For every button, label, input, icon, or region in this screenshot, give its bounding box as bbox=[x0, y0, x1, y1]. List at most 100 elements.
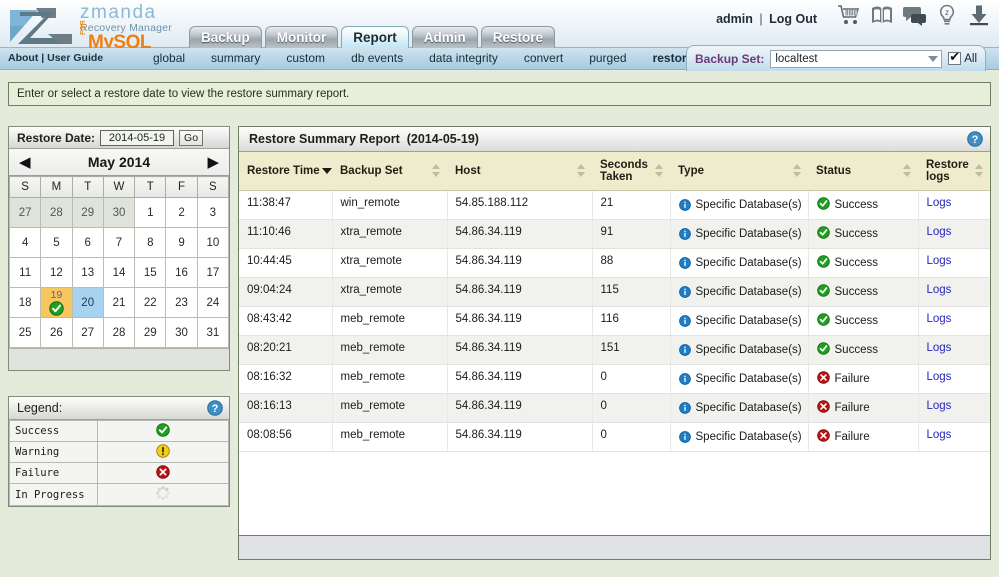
calendar-day-28[interactable]: 28 bbox=[102, 317, 136, 349]
cell-host: 54.86.34.119 bbox=[447, 393, 593, 423]
calendar-day-7[interactable]: 7 bbox=[102, 227, 136, 258]
table-row[interactable]: 08:20:21 meb_remote 54.86.34.119 151 Specifi… bbox=[239, 335, 990, 365]
col-seconds-taken[interactable]: Seconds Taken bbox=[592, 152, 670, 191]
logs-link[interactable]: Logs bbox=[927, 284, 952, 296]
col-restore-logs[interactable]: Restore logs bbox=[918, 152, 990, 191]
col-status[interactable]: Status bbox=[808, 152, 918, 191]
calendar-day-11[interactable]: 11 bbox=[8, 257, 42, 288]
cell-type: Specific Database(s) bbox=[670, 190, 809, 220]
calendar-day-24[interactable]: 24 bbox=[196, 286, 230, 319]
calendar-day-31[interactable]: 31 bbox=[196, 317, 230, 349]
calendar-day-9[interactable]: 9 bbox=[165, 227, 198, 258]
logs-link[interactable]: Logs bbox=[927, 313, 952, 325]
subnav-item-db-events[interactable]: db events bbox=[338, 51, 416, 65]
calendar-day-number: 18 bbox=[18, 296, 32, 309]
help-icon[interactable]: ? bbox=[207, 400, 223, 416]
prev-month-button[interactable]: ◀ bbox=[19, 155, 31, 170]
tab-admin[interactable]: Admin bbox=[411, 26, 478, 48]
logs-link[interactable]: Logs bbox=[927, 342, 952, 354]
calendar-day-14[interactable]: 14 bbox=[102, 257, 136, 288]
table-row[interactable]: 08:16:13 meb_remote 54.86.34.119 0 Specific … bbox=[239, 393, 990, 423]
subnav-item-summary[interactable]: summary bbox=[198, 51, 273, 65]
subnav-item-global[interactable]: global bbox=[140, 51, 198, 65]
logs-link[interactable]: Logs bbox=[927, 371, 952, 383]
logs-link[interactable]: Logs bbox=[927, 255, 952, 267]
col-restore-logs-label: Restore logs bbox=[926, 158, 969, 183]
calendar-day-15[interactable]: 15 bbox=[134, 257, 167, 288]
calendar-day-1[interactable]: 1 bbox=[134, 197, 167, 228]
calendar-day-6[interactable]: 6 bbox=[71, 227, 104, 258]
calendar-day-22[interactable]: 22 bbox=[134, 286, 167, 319]
go-button[interactable]: Go bbox=[179, 129, 204, 146]
tab-restore[interactable]: Restore bbox=[480, 26, 556, 48]
col-host[interactable]: Host bbox=[447, 152, 592, 191]
all-checkbox[interactable] bbox=[948, 50, 962, 65]
cell-type: Specific Database(s) bbox=[670, 219, 809, 249]
calendar-day-3[interactable]: 3 bbox=[196, 197, 230, 228]
logs-link[interactable]: Logs bbox=[927, 400, 952, 412]
subnav-item-data-integrity[interactable]: data integrity bbox=[416, 51, 511, 65]
calendar-day-30[interactable]: 30 bbox=[102, 197, 136, 228]
calendar-day-27[interactable]: 27 bbox=[71, 317, 104, 349]
logs-link[interactable]: Logs bbox=[927, 197, 952, 209]
calendar-day-28[interactable]: 28 bbox=[40, 197, 73, 228]
table-row[interactable]: 09:04:24 xtra_remote 54.86.34.119 115 Specif… bbox=[239, 277, 990, 307]
backup-set-select[interactable]: localtest bbox=[770, 49, 943, 68]
calendar-day-17[interactable]: 17 bbox=[196, 257, 230, 288]
calendar-day-number: 14 bbox=[112, 266, 126, 279]
calendar-day-8[interactable]: 8 bbox=[134, 227, 167, 258]
about-link[interactable]: About bbox=[8, 52, 38, 64]
table-row[interactable]: 08:16:32 meb_remote 54.86.34.119 0 Specific … bbox=[239, 364, 990, 394]
calendar-day-4[interactable]: 4 bbox=[8, 227, 42, 258]
col-restore-time[interactable]: Restore Time bbox=[239, 152, 332, 191]
calendar-day-18[interactable]: 18 bbox=[8, 286, 42, 319]
table-row[interactable]: 08:43:42 meb_remote 54.86.34.119 116 Specifi… bbox=[239, 306, 990, 336]
calendar-day-25[interactable]: 25 bbox=[8, 317, 42, 349]
logo: zmanda Recovery Manager FOR MySQL bbox=[6, 2, 196, 52]
table-row[interactable]: 11:38:47 win_remote 54.85.188.112 21 Specifi… bbox=[239, 190, 990, 220]
calendar-day-23[interactable]: 23 bbox=[165, 286, 198, 319]
logs-link[interactable]: Logs bbox=[927, 429, 952, 441]
calendar-day-10[interactable]: 10 bbox=[196, 227, 230, 258]
calendar-day-21[interactable]: 21 bbox=[102, 286, 136, 319]
calendar-day-number: 23 bbox=[175, 296, 188, 309]
subnav-item-custom[interactable]: custom bbox=[273, 51, 338, 65]
table-row[interactable]: 08:08:56 meb_remote 54.86.34.119 0 Specific … bbox=[239, 422, 990, 452]
failure-icon bbox=[816, 370, 830, 384]
calendar-day-12[interactable]: 12 bbox=[40, 257, 73, 288]
cart-icon[interactable] bbox=[837, 4, 861, 26]
restore-date-input[interactable]: 2014-05-19 bbox=[100, 129, 175, 146]
report-table-scroll[interactable]: Restore Time Backup Set Host Seconds Tak… bbox=[239, 152, 990, 536]
calendar-day-19[interactable]: 19 bbox=[40, 286, 73, 319]
calendar-day-29[interactable]: 29 bbox=[134, 317, 167, 349]
book-icon[interactable] bbox=[870, 4, 894, 26]
col-type[interactable]: Type bbox=[670, 152, 808, 191]
calendar-day-30[interactable]: 30 bbox=[165, 317, 198, 349]
table-row[interactable]: 10:44:45 xtra_remote 54.86.34.119 88 Specifi… bbox=[239, 248, 990, 278]
logout-link[interactable]: Log Out bbox=[769, 12, 817, 26]
calendar-day-20[interactable]: 20 bbox=[71, 286, 104, 319]
calendar-day-29[interactable]: 29 bbox=[71, 197, 104, 228]
user-guide-link[interactable]: User Guide bbox=[47, 52, 103, 64]
help-icon[interactable]: ? bbox=[967, 131, 983, 147]
tab-backup[interactable]: Backup bbox=[189, 26, 262, 48]
lightbulb-icon[interactable]: z bbox=[936, 4, 958, 26]
col-backup-set[interactable]: Backup Set bbox=[332, 152, 447, 191]
subnav-item-purged[interactable]: purged bbox=[576, 51, 639, 65]
backup-set-all-group[interactable]: All bbox=[948, 50, 977, 65]
logs-link[interactable]: Logs bbox=[927, 226, 952, 238]
calendar-day-27[interactable]: 27 bbox=[8, 197, 42, 228]
tab-report[interactable]: Report bbox=[341, 26, 409, 48]
calendar-day-13[interactable]: 13 bbox=[71, 257, 104, 288]
next-month-button[interactable]: ▶ bbox=[207, 155, 219, 170]
calendar-day-number: 13 bbox=[81, 266, 95, 279]
calendar-day-5[interactable]: 5 bbox=[40, 227, 73, 258]
calendar-day-26[interactable]: 26 bbox=[40, 317, 73, 349]
download-icon[interactable] bbox=[967, 4, 991, 26]
chat-icon[interactable] bbox=[903, 4, 927, 26]
subnav-item-convert[interactable]: convert bbox=[511, 51, 576, 65]
calendar-day-2[interactable]: 2 bbox=[165, 197, 198, 228]
tab-monitor[interactable]: Monitor bbox=[264, 26, 339, 48]
calendar-day-16[interactable]: 16 bbox=[165, 257, 198, 288]
table-row[interactable]: 11:10:46 xtra_remote 54.86.34.119 91 Specifi… bbox=[239, 219, 990, 249]
